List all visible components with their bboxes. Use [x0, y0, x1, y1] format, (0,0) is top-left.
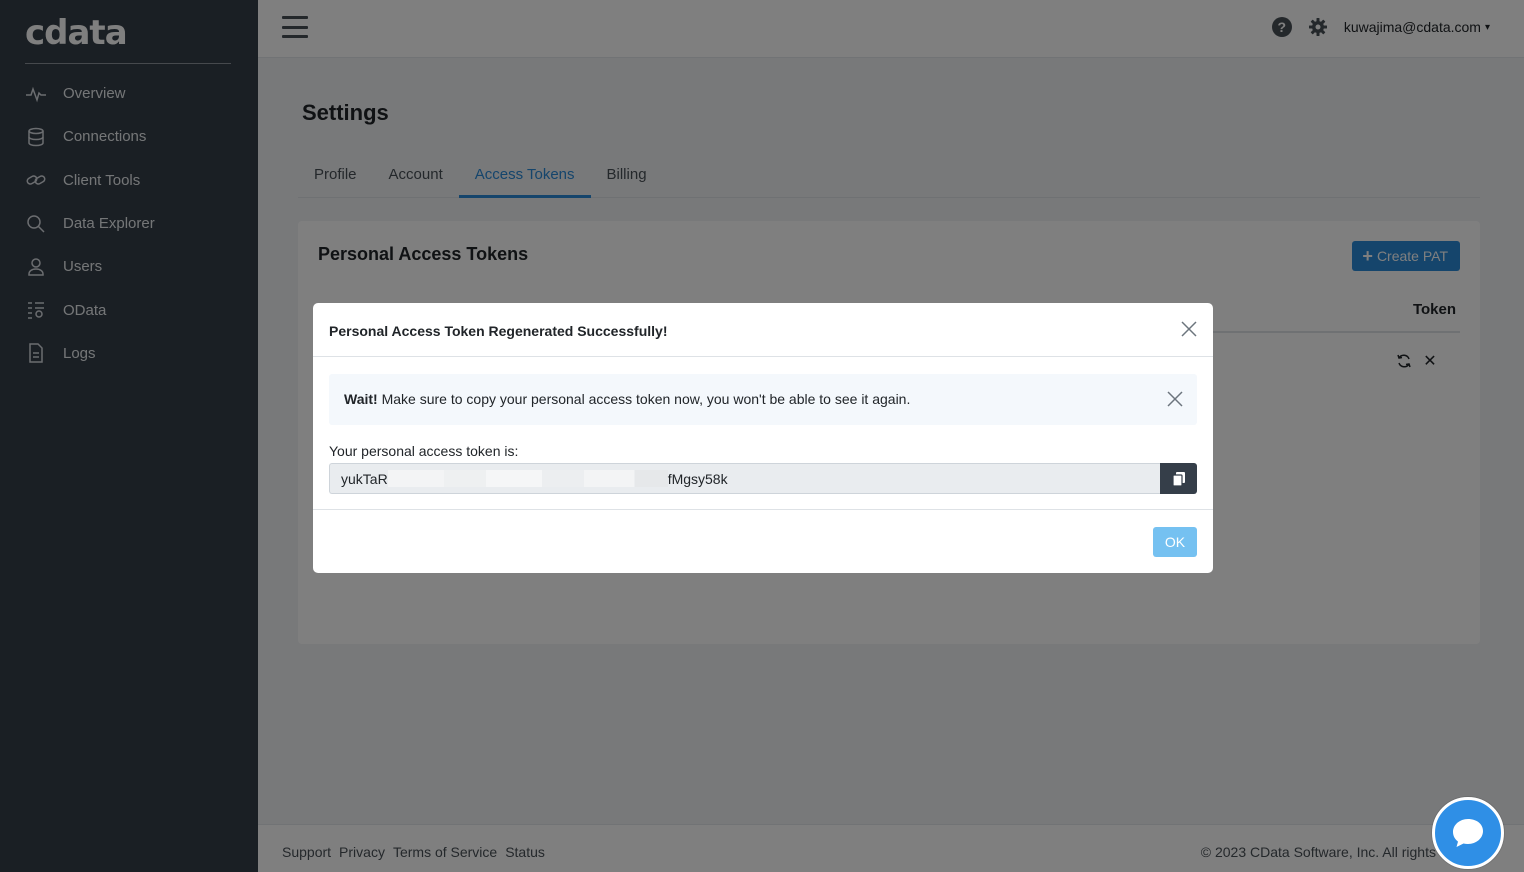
alert-message: Make sure to copy your personal access t…	[377, 391, 911, 407]
modal-footer: OK	[313, 509, 1213, 573]
token-field[interactable]: yukTaR fMgsy58k	[329, 463, 1160, 494]
alert-close-icon[interactable]	[1166, 390, 1184, 408]
modal-header: Personal Access Token Regenerated Succes…	[313, 303, 1213, 357]
chat-icon	[1453, 819, 1483, 847]
token-input-group: yukTaR fMgsy58k	[329, 463, 1197, 494]
copy-button[interactable]	[1160, 463, 1197, 494]
redacted-token	[387, 470, 668, 487]
copy-icon	[1171, 471, 1185, 487]
token-suffix: fMgsy58k	[667, 470, 728, 487]
token-prefix: yukTaR	[341, 470, 388, 487]
close-icon[interactable]	[1179, 319, 1199, 339]
chat-launcher-button[interactable]	[1432, 797, 1504, 869]
alert-text: Wait! Make sure to copy your personal ac…	[344, 391, 910, 407]
modal-body: Wait! Make sure to copy your personal ac…	[329, 374, 1197, 494]
token-regenerated-modal: Personal Access Token Regenerated Succes…	[313, 303, 1213, 573]
modal-title: Personal Access Token Regenerated Succes…	[329, 323, 668, 339]
token-label: Your personal access token is:	[329, 443, 519, 459]
warning-alert: Wait! Make sure to copy your personal ac…	[329, 374, 1197, 425]
alert-strong: Wait!	[344, 391, 378, 407]
ok-button[interactable]: OK	[1153, 527, 1197, 557]
